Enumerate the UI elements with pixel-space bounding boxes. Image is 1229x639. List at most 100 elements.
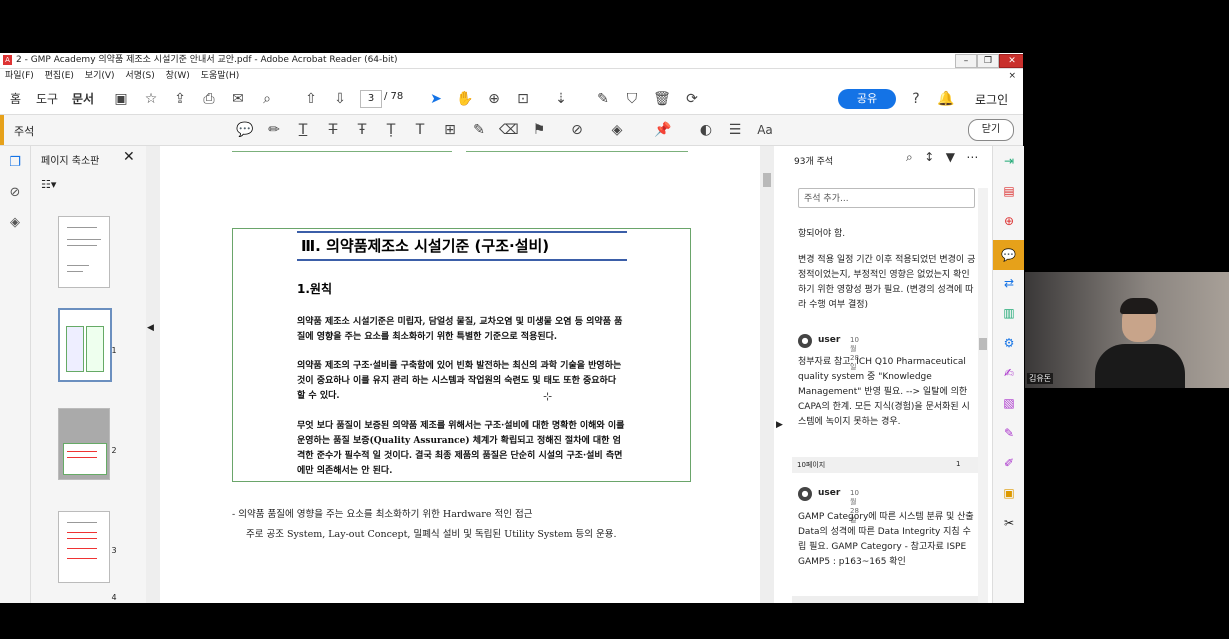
close-window-button[interactable]: ✕: [999, 54, 1023, 68]
stamp-doc-icon[interactable]: ▣: [1000, 484, 1018, 502]
bullet-text: - 의약품 품질에 영향을 주는 요소를 최소화하기 위한 Hardware 적…: [232, 505, 652, 545]
more-tools-icon[interactable]: ✂: [1000, 514, 1018, 532]
protect-icon[interactable]: ⚙: [1000, 334, 1018, 352]
page-number-input[interactable]: 3: [360, 90, 382, 108]
close-annotation-label: 닫기: [981, 124, 1001, 135]
star-icon[interactable]: ☆: [142, 90, 160, 108]
thumbnail-page-1[interactable]: [58, 216, 110, 288]
sort-icon[interactable]: ↕: [924, 150, 934, 164]
comments-scrollbar[interactable]: [978, 188, 988, 603]
avatar: ●: [798, 334, 812, 348]
shapes-icon[interactable]: ◈: [608, 121, 626, 139]
menu-file[interactable]: 파일(F): [5, 71, 34, 81]
help-icon[interactable]: ?: [907, 90, 925, 108]
annotation-toolbar: 주석 💬 ✏ T T Ŧ Ṭ T ⊞ ✎ ⌫ ⚑ ⊘ ◈ 📌 ◐ ☰ Aa 닫기: [0, 115, 1023, 146]
login-button[interactable]: 로그인: [975, 91, 1008, 108]
close-annotation-button[interactable]: 닫기: [968, 119, 1014, 141]
send-track-icon[interactable]: ✎: [1000, 424, 1018, 442]
comment-page-group[interactable]: 10페이지 1: [792, 457, 982, 473]
attach-icon[interactable]: ⊘: [568, 121, 586, 139]
line-weight-icon[interactable]: ☰: [726, 121, 744, 139]
restore-button[interactable]: ❐: [977, 54, 999, 68]
select-cursor-icon[interactable]: ➤: [427, 90, 445, 108]
tab-tools[interactable]: 도구: [36, 90, 58, 107]
save-icon[interactable]: ▣: [112, 90, 130, 108]
fit-page-icon[interactable]: ⊡: [514, 90, 532, 108]
thumbnail-page-3[interactable]: [58, 408, 110, 480]
tab-document[interactable]: 문서: [72, 90, 94, 107]
sticky-note-icon[interactable]: 💬: [236, 121, 254, 139]
pin-icon[interactable]: 📌: [654, 121, 672, 139]
print-icon[interactable]: ⎙: [200, 90, 218, 108]
comment-tool-icon[interactable]: 💬: [993, 240, 1024, 270]
comments-panel: 93개 주석 ⌕ ↕ ▼ ⋯ 주석 추가... 항되어야 함. 변경 적용 일정…: [786, 146, 990, 603]
next-page-icon[interactable]: ⇩: [331, 90, 349, 108]
menu-help[interactable]: 도움말(H): [201, 71, 240, 81]
zoom-search-icon[interactable]: ⌕: [258, 90, 276, 108]
thumbnail-page-2[interactable]: [58, 308, 112, 382]
share-label: 공유: [856, 92, 878, 105]
left-rail: ❐ ⊘ ◈: [0, 146, 31, 603]
insert-text-icon[interactable]: Ṭ: [382, 121, 400, 139]
upload-icon[interactable]: ⇪: [171, 90, 189, 108]
minimize-button[interactable]: –: [955, 54, 977, 68]
menu-edit[interactable]: 편집(E): [45, 71, 74, 81]
combine-icon[interactable]: ⇄: [1000, 274, 1018, 292]
delete-icon[interactable]: 🗑: [653, 90, 671, 108]
font-size-icon[interactable]: Aa: [756, 121, 774, 139]
add-comment-input[interactable]: 주석 추가...: [798, 188, 975, 208]
mail-icon[interactable]: ✉: [229, 90, 247, 108]
search-icon[interactable]: ⌕: [906, 150, 913, 164]
menu-view[interactable]: 보기(V): [85, 71, 115, 81]
share-button[interactable]: 공유: [838, 89, 896, 109]
replace-text-icon[interactable]: Ŧ: [353, 121, 371, 139]
collapse-right-icon[interactable]: ▶: [776, 420, 783, 430]
thumbnails-icon[interactable]: ❐: [6, 154, 24, 172]
collapse-left-icon[interactable]: ◀: [147, 323, 154, 333]
thumbnail-options-icon[interactable]: ☷▾: [41, 178, 56, 191]
thumbnail-page-4[interactable]: [58, 511, 110, 583]
thumbnail-page-number: 4: [111, 593, 117, 602]
document-scrollbar[interactable]: [763, 173, 771, 187]
request-sign-icon[interactable]: ▧: [1000, 394, 1018, 412]
comment-page-group[interactable]: [792, 596, 982, 603]
menu-window[interactable]: 창(W): [166, 71, 190, 81]
color-fill-icon[interactable]: ◐: [697, 121, 715, 139]
zoom-in-icon[interactable]: ⊕: [485, 90, 503, 108]
paragraph-2: 의약품 제조의 구조·설비를 구축함에 있어 빈화 발전하는 최신의 과학 기술…: [297, 361, 622, 401]
fill-sign-icon[interactable]: ✍: [1000, 364, 1018, 382]
strikethrough-icon[interactable]: T: [324, 121, 342, 139]
menu-sign[interactable]: 서명(S): [125, 71, 154, 81]
thumbnail-panel-title: 페이지 축소판: [41, 156, 100, 167]
organize-pages-icon[interactable]: ▤: [1000, 182, 1018, 200]
comment-text: GAMP Category에 따른 시스템 분류 및 산출 Data의 성격에 …: [798, 512, 974, 567]
webcam-person: [1120, 298, 1158, 314]
thumbnail-page-number: 3: [111, 546, 117, 555]
pencil-icon[interactable]: ✎: [470, 121, 488, 139]
tab-home[interactable]: 홈: [10, 90, 21, 107]
close-panel-icon[interactable]: ✕: [123, 149, 135, 165]
more-icon[interactable]: ⋯: [966, 150, 978, 164]
eraser-icon[interactable]: ⌫: [499, 121, 519, 139]
layers-icon[interactable]: ◈: [6, 214, 24, 232]
close-doc-icon[interactable]: ×: [1008, 69, 1016, 83]
prev-page-icon[interactable]: ⇧: [302, 90, 320, 108]
underline-icon[interactable]: T: [294, 121, 312, 139]
text-box-icon[interactable]: ⊞: [441, 121, 459, 139]
create-pdf-icon[interactable]: ⊕: [1000, 212, 1018, 230]
stamp-icon[interactable]: ⛉: [623, 90, 641, 108]
title-bar: A 2 - GMP Academy 의약품 제조소 시설기준 안내서 교안.pd…: [0, 53, 1023, 69]
bell-icon[interactable]: 🔔: [937, 90, 955, 108]
add-text-icon[interactable]: T: [411, 121, 429, 139]
export-pdf-icon[interactable]: ⇥: [1000, 152, 1018, 170]
edit-pdf-icon[interactable]: ✐: [1000, 454, 1018, 472]
hand-icon[interactable]: ✋: [456, 90, 474, 108]
rotate-icon[interactable]: ⟳: [683, 90, 701, 108]
scroll-mode-icon[interactable]: ⇣: [552, 90, 570, 108]
compress-icon[interactable]: ▥: [1000, 304, 1018, 322]
attachments-icon[interactable]: ⊘: [6, 184, 24, 202]
highlight-icon[interactable]: ✏: [265, 121, 283, 139]
stamp-tool-icon[interactable]: ⚑: [530, 121, 548, 139]
filter-icon[interactable]: ▼: [946, 150, 955, 164]
sign-icon[interactable]: ✎: [594, 90, 612, 108]
